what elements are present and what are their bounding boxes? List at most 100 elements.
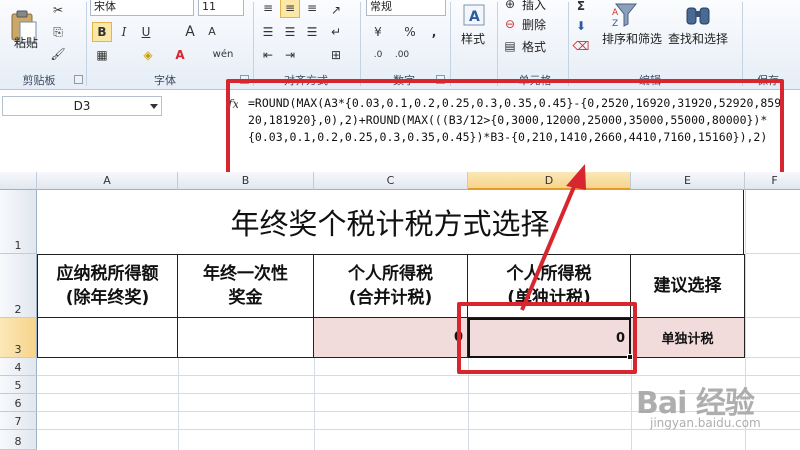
group-separator bbox=[253, 2, 254, 86]
binoculars-icon bbox=[686, 7, 710, 25]
column-header-e[interactable]: E bbox=[631, 172, 745, 190]
gridline bbox=[745, 317, 800, 318]
font-group-label: 字体 bbox=[154, 74, 176, 87]
align-left-icon[interactable]: ☰ bbox=[258, 22, 278, 42]
header-cell-e2[interactable]: 建议选择 bbox=[631, 254, 745, 318]
row-header-7[interactable]: 7 bbox=[0, 412, 37, 430]
copy-icon[interactable]: ⎘ bbox=[48, 22, 68, 42]
row-number: 2 bbox=[14, 303, 22, 316]
header-cell-a2[interactable]: 应纳税所得额 (除年终奖) bbox=[37, 254, 178, 318]
row-number: 7 bbox=[14, 415, 22, 428]
header-cell-b2[interactable]: 年终一次性 奖金 bbox=[178, 254, 314, 318]
column-header-d[interactable]: D bbox=[468, 172, 631, 190]
group-separator bbox=[568, 2, 569, 86]
merge-center-icon[interactable]: ⊞ bbox=[326, 45, 346, 65]
phonetic-button[interactable]: wén bbox=[208, 45, 238, 65]
find-select-button[interactable] bbox=[680, 0, 716, 30]
fill-icon[interactable]: ⬇ bbox=[571, 16, 591, 36]
currency-icon[interactable]: ¥ bbox=[368, 22, 388, 42]
bold-button[interactable]: B bbox=[92, 22, 112, 42]
orientation-icon[interactable]: ↗ bbox=[326, 0, 346, 20]
row-header-6[interactable]: 6 bbox=[0, 394, 37, 412]
insert-cells-icon[interactable]: ⊕ bbox=[500, 0, 520, 14]
autosum-icon[interactable]: Σ bbox=[571, 0, 591, 16]
header-line1: 建议选择 bbox=[653, 276, 722, 296]
decrease-indent-icon[interactable]: ⇤ bbox=[258, 45, 278, 65]
styles-button[interactable]: A bbox=[456, 0, 492, 30]
row-header-1[interactable]: 1 bbox=[0, 190, 37, 254]
watermark-url: jingyan.baidu.com bbox=[650, 416, 761, 430]
cell-a3[interactable] bbox=[37, 318, 178, 358]
cell-c3[interactable]: 0 bbox=[314, 318, 468, 358]
align-top-icon[interactable]: ≡ bbox=[258, 0, 278, 18]
cut-icon[interactable]: ✂ bbox=[48, 0, 68, 20]
sort-filter-label: 排序和筛选 bbox=[602, 32, 663, 46]
font-color-button[interactable]: A bbox=[170, 45, 190, 65]
header-cell-c2[interactable]: 个人所得税 (合并计税) bbox=[314, 254, 468, 318]
column-header-b[interactable]: B bbox=[178, 172, 314, 190]
ribbon: 粘贴 ✂ ⎘ 🖌 剪贴板 宋体 11 B I U A A ▦ ◈ A wén 字… bbox=[0, 0, 800, 90]
borders-icon[interactable]: ▦ bbox=[92, 45, 112, 65]
header-line1: 应纳税所得额 bbox=[56, 264, 159, 284]
delete-cells-icon[interactable]: ⊖ bbox=[500, 14, 520, 34]
row-number: 8 bbox=[14, 435, 22, 448]
name-box[interactable]: D3 bbox=[2, 96, 162, 116]
column-header-a[interactable]: A bbox=[37, 172, 178, 190]
sheet-title-cell[interactable]: 年终奖个税计税方式选择 bbox=[37, 190, 744, 254]
clipboard-group-label: 剪贴板 bbox=[22, 74, 56, 87]
group-separator bbox=[360, 2, 361, 86]
font-size-combo[interactable]: 11 bbox=[198, 0, 244, 16]
increase-decimal-icon[interactable]: .0 bbox=[368, 45, 388, 65]
row-number: 5 bbox=[14, 379, 22, 392]
delete-cells-label: 删除 bbox=[522, 18, 547, 32]
italic-button[interactable]: I bbox=[114, 22, 134, 42]
align-middle-icon[interactable]: ≡ bbox=[280, 0, 300, 18]
styles-label: 样式 bbox=[461, 32, 486, 46]
clipboard-dialog-launcher[interactable] bbox=[74, 75, 83, 84]
column-header-c[interactable]: C bbox=[314, 172, 468, 190]
comma-button[interactable]: , bbox=[424, 22, 444, 42]
sort-filter-button[interactable]: A Z bbox=[608, 0, 644, 30]
increase-indent-icon[interactable]: ⇥ bbox=[280, 45, 300, 65]
grow-font-button[interactable]: A bbox=[180, 22, 200, 42]
row-number: 3 bbox=[14, 343, 22, 356]
format-painter-icon[interactable]: 🖌 bbox=[48, 44, 68, 64]
wrap-text-icon[interactable]: ↵ bbox=[326, 22, 346, 42]
row-number: 1 bbox=[14, 239, 22, 252]
sort-filter-icon: A Z bbox=[612, 3, 638, 28]
paste-label: 粘贴 bbox=[14, 36, 39, 50]
header-line2: 奖金 bbox=[228, 288, 263, 308]
align-center-icon[interactable]: ☰ bbox=[280, 22, 300, 42]
svg-text:A: A bbox=[469, 9, 480, 25]
font-name-combo[interactable]: 宋体 bbox=[90, 0, 194, 16]
gridline bbox=[745, 357, 800, 358]
header-line1: 年终一次性 bbox=[203, 264, 288, 284]
formula-highlight-box bbox=[226, 79, 784, 177]
underline-button[interactable]: U bbox=[136, 22, 156, 42]
percent-button[interactable]: % bbox=[400, 22, 420, 42]
gridline bbox=[178, 358, 179, 450]
row-header-4[interactable]: 4 bbox=[0, 358, 37, 376]
shrink-font-button[interactable]: A bbox=[202, 22, 222, 42]
cell-highlight-box bbox=[457, 302, 637, 374]
format-cells-icon[interactable]: ▤ bbox=[500, 36, 520, 56]
corner-select-all[interactable] bbox=[0, 172, 37, 190]
name-box-dropdown-icon[interactable] bbox=[150, 104, 158, 109]
decrease-decimal-icon[interactable]: .00 bbox=[392, 45, 412, 65]
row-number: 6 bbox=[14, 397, 22, 410]
row-header-2[interactable]: 2 bbox=[0, 254, 37, 318]
column-header-f[interactable]: F bbox=[745, 172, 800, 190]
align-right-icon[interactable]: ☰ bbox=[302, 22, 322, 42]
number-format-combo[interactable]: 常规 bbox=[366, 0, 446, 16]
group-separator bbox=[86, 2, 87, 86]
clear-icon[interactable]: ⌫ bbox=[571, 36, 591, 56]
row-header-8[interactable]: 8 bbox=[0, 430, 37, 450]
cell-b3[interactable] bbox=[178, 318, 314, 358]
cell-e3[interactable]: 单独计税 bbox=[631, 318, 745, 358]
row-header-5[interactable]: 5 bbox=[0, 376, 37, 394]
format-cells-label: 格式 bbox=[522, 40, 547, 54]
row-header-3[interactable]: 3 bbox=[0, 318, 37, 358]
align-bottom-icon[interactable]: ≡ bbox=[302, 0, 322, 18]
fill-color-icon[interactable]: ◈ bbox=[138, 45, 158, 65]
insert-cells-label: 插入 bbox=[522, 0, 547, 12]
